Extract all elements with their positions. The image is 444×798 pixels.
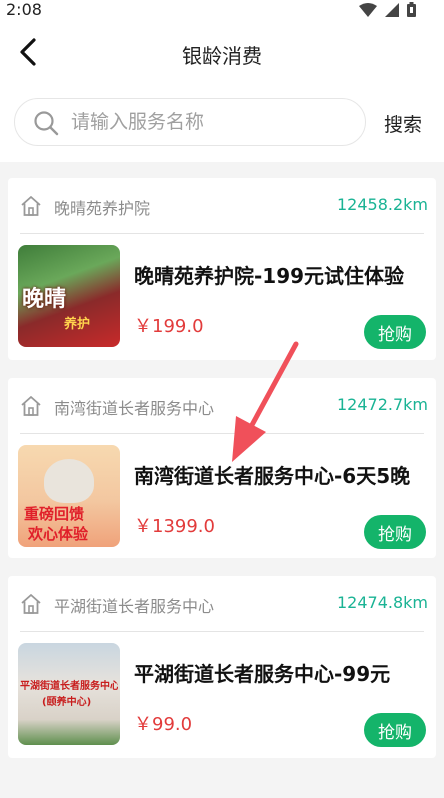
image-caption: 重磅回馈: [24, 505, 85, 523]
image-subcaption: 养护: [64, 317, 91, 332]
search-icon: [34, 111, 59, 136]
battery-icon: [407, 2, 416, 17]
header: 银龄消费: [0, 20, 444, 84]
card-header: 平湖街道长者服务中心 12474.8km: [20, 576, 428, 632]
product-price: ￥199.0: [134, 316, 204, 337]
service-card[interactable]: 平湖街道长者服务中心 12474.8km 平湖街道长者服务中心 (颐养中心) 平…: [8, 576, 436, 758]
product-image[interactable]: 晚晴 养护: [18, 245, 120, 347]
org-name: 南湾街道长者服务中心: [54, 399, 215, 418]
status-icons: [359, 2, 416, 17]
distance: 12472.7km: [336, 395, 428, 414]
wifi-icon: [359, 2, 377, 17]
product-name: 晚晴苑养护院-199元试住体验: [134, 264, 405, 288]
search-button[interactable]: 搜索: [384, 110, 422, 137]
home-icon: [21, 594, 41, 614]
buy-button[interactable]: 抢购: [364, 713, 426, 747]
image-caption: 晚晴: [22, 287, 67, 312]
image-subcaption: 欢心体验: [28, 525, 89, 543]
distance: 12474.8km: [336, 593, 428, 612]
search-input[interactable]: [71, 107, 351, 137]
buy-button[interactable]: 抢购: [364, 315, 426, 349]
page-title: 银龄消费: [182, 44, 262, 68]
card-header: 南湾街道长者服务中心 12472.7km: [20, 378, 428, 434]
signal-icon: [385, 2, 399, 17]
status-time: 2:08: [6, 0, 42, 19]
product-price: ￥99.0: [134, 714, 193, 735]
product-name: 平湖街道长者服务中心-99元: [134, 662, 391, 686]
buy-button[interactable]: 抢购: [364, 515, 426, 549]
image-caption: 平湖街道长者服务中心: [20, 681, 118, 692]
distance: 12458.2km: [336, 195, 428, 214]
service-card[interactable]: 晚晴苑养护院 12458.2km 晚晴 养护 晚晴苑养护院-199元试住体验 ￥…: [8, 178, 436, 360]
card-header: 晚晴苑养护院 12458.2km: [20, 178, 428, 234]
product-image[interactable]: 平湖街道长者服务中心 (颐养中心): [18, 643, 120, 745]
search-box[interactable]: [14, 98, 366, 146]
home-icon: [21, 196, 41, 216]
product-price: ￥1399.0: [134, 516, 215, 537]
org-name: 晚晴苑养护院: [54, 199, 151, 218]
image-subcaption: (颐养中心): [42, 697, 92, 708]
status-bar: 2:08: [0, 0, 444, 20]
product-image[interactable]: 重磅回馈 欢心体验: [18, 445, 120, 547]
service-card[interactable]: 南湾街道长者服务中心 12472.7km 重磅回馈 欢心体验 南湾街道长者服务中…: [8, 378, 436, 558]
org-name: 平湖街道长者服务中心: [54, 597, 215, 616]
product-name: 南湾街道长者服务中心-6天5晚: [134, 464, 411, 488]
search-bar: 搜索: [0, 84, 444, 162]
home-icon: [21, 396, 41, 416]
grandparents-illustration: [44, 459, 94, 503]
